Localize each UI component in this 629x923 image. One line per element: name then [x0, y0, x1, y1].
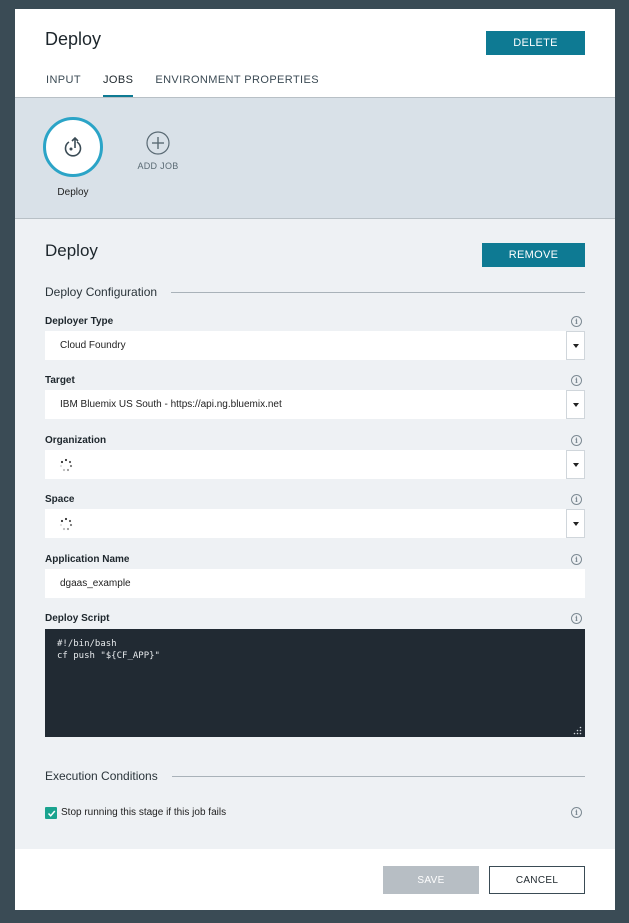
organization-label: Organization — [45, 435, 107, 446]
stop-on-fail-checkbox[interactable] — [45, 807, 57, 819]
space-select[interactable] — [45, 509, 585, 538]
jobs-strip: Deploy ADD JOB — [15, 98, 615, 219]
tab-jobs[interactable]: JOBS — [103, 74, 134, 97]
add-job-label: ADD JOB — [137, 161, 179, 171]
deploy-stage-dialog: Deploy DELETE INPUT JOBS ENVIRONMENT PRO… — [15, 9, 615, 910]
info-icon[interactable]: i — [571, 435, 582, 446]
info-icon[interactable]: i — [571, 316, 582, 327]
job-deploy-tile[interactable] — [43, 117, 103, 177]
deployer-type-label: Deployer Type — [45, 316, 114, 327]
chevron-down-icon[interactable] — [566, 390, 585, 419]
info-icon[interactable]: i — [571, 554, 582, 565]
loading-spinner-icon — [59, 517, 73, 531]
stop-on-fail-label[interactable]: Stop running this stage if this job fail… — [61, 807, 226, 818]
deploy-job-icon — [64, 136, 82, 157]
organization-select[interactable] — [45, 450, 585, 479]
target-select[interactable]: IBM Bluemix US South - https://api.ng.bl… — [45, 390, 585, 419]
divider — [171, 775, 585, 777]
application-name-input[interactable] — [45, 569, 585, 598]
deploy-configuration-label: Deploy Configuration — [45, 285, 158, 299]
chevron-down-icon[interactable] — [566, 450, 585, 479]
chevron-down-icon[interactable] — [566, 331, 585, 360]
cancel-button[interactable]: CANCEL — [489, 866, 585, 894]
loading-spinner-icon — [59, 458, 73, 472]
chevron-down-icon[interactable] — [566, 509, 585, 538]
deployer-type-value: Cloud Foundry — [60, 340, 126, 351]
info-icon[interactable]: i — [571, 375, 582, 386]
delete-button[interactable]: DELETE — [486, 31, 585, 55]
deploy-script-label: Deploy Script — [45, 613, 110, 624]
space-label: Space — [45, 494, 75, 505]
info-icon[interactable]: i — [571, 613, 582, 624]
tab-bar: INPUT JOBS ENVIRONMENT PROPERTIES — [46, 74, 341, 97]
job-deploy-label: Deploy — [57, 187, 89, 198]
execution-conditions-heading: Execution Conditions — [45, 769, 585, 783]
deployer-type-select[interactable]: Cloud Foundry — [45, 331, 585, 360]
info-icon[interactable]: i — [571, 807, 582, 818]
tab-input[interactable]: INPUT — [46, 74, 81, 97]
application-name-label: Application Name — [45, 554, 130, 565]
dialog-header: Deploy DELETE INPUT JOBS ENVIRONMENT PRO… — [15, 9, 615, 98]
execution-conditions-label: Execution Conditions — [45, 769, 158, 783]
resize-handle-icon[interactable] — [573, 726, 582, 735]
deploy-configuration-heading: Deploy Configuration — [45, 285, 585, 299]
page-title: Deploy — [45, 29, 102, 49]
add-job-button[interactable]: ADD JOB — [135, 131, 181, 171]
info-icon[interactable]: i — [571, 494, 582, 505]
target-value: IBM Bluemix US South - https://api.ng.bl… — [60, 399, 282, 410]
tab-environment-properties[interactable]: ENVIRONMENT PROPERTIES — [155, 74, 319, 97]
job-title: Deploy — [45, 241, 98, 260]
deploy-script-editor[interactable]: #!/bin/bash cf push "${CF_APP}" — [45, 629, 585, 737]
divider — [171, 291, 585, 293]
target-label: Target — [45, 375, 75, 386]
plus-circle-icon — [146, 131, 170, 155]
save-button[interactable]: SAVE — [383, 866, 479, 894]
dialog-footer: SAVE CANCEL — [15, 849, 615, 910]
remove-button[interactable]: REMOVE — [482, 243, 585, 267]
checkmark-icon — [47, 810, 55, 817]
